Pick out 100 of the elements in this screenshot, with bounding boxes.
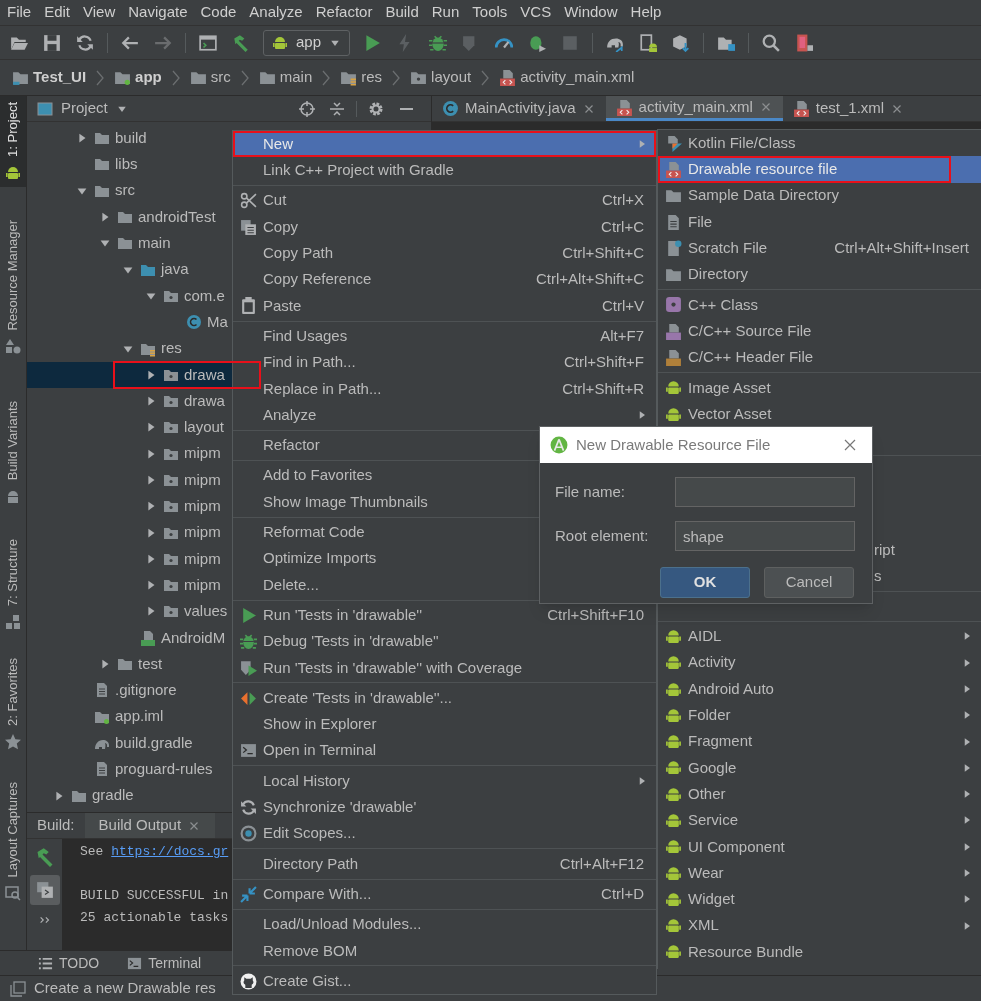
tool-window-tab[interactable]: Layout Captures — [0, 775, 26, 908]
menu-item[interactable]: UI Component — [658, 833, 981, 860]
menu-item[interactable]: Scratch File Ctrl+Alt+Shift+Insert — [658, 235, 981, 262]
tree-item[interactable]: .gitignore — [27, 677, 232, 704]
menu-item[interactable]: s — [874, 565, 882, 588]
menu-item[interactable]: Window — [564, 1, 618, 24]
tool-window-tab[interactable]: Resource Manager — [0, 213, 26, 361]
menu-item[interactable]: Find Usages Alt+F7 — [233, 323, 656, 350]
console-link[interactable]: https://docs.gr — [111, 844, 229, 859]
menu-item[interactable]: Other — [658, 781, 981, 808]
menu-item[interactable]: Tools — [472, 1, 508, 24]
tree-item[interactable]: layout — [27, 414, 232, 441]
tree-item[interactable]: androidTest — [27, 203, 232, 231]
menu-item[interactable]: Drawable resource file — [658, 156, 981, 183]
menu-item[interactable]: Analyze — [249, 1, 303, 24]
menu-item[interactable]: Paste Ctrl+V — [233, 292, 656, 320]
tree-item[interactable]: libs — [27, 151, 232, 178]
menu-item[interactable]: Edit — [44, 1, 71, 24]
tool-window-tab[interactable]: 1: Project — [0, 96, 26, 187]
menu-item[interactable]: Remove BOM — [233, 937, 656, 964]
tool-window-tab[interactable]: 7: Structure — [0, 532, 26, 636]
menu-item[interactable]: Debug 'Tests in 'drawable'' — [233, 628, 656, 655]
tree-item[interactable]: src — [27, 177, 232, 204]
menu-item[interactable]: Copy Path Ctrl+Shift+C — [233, 240, 656, 267]
menu-item[interactable]: Find in Path... Ctrl+Shift+F — [233, 349, 656, 376]
menu-item[interactable]: Directory Path Ctrl+Alt+F12 — [233, 850, 656, 877]
tree-item[interactable]: app.iml — [27, 703, 232, 730]
menu-item[interactable]: File — [658, 208, 981, 236]
menu-item[interactable]: Build — [385, 1, 419, 24]
tool-window-tab[interactable]: 2: Favorites — [0, 651, 26, 756]
tree-item[interactable]: test — [27, 650, 232, 678]
menu-item[interactable]: Fragment — [658, 728, 981, 755]
menu-item[interactable]: Help — [630, 1, 662, 24]
menu-item[interactable]: Resource Bundle — [658, 938, 981, 966]
tree-item[interactable]: mipm — [27, 545, 232, 573]
menu-item[interactable]: View — [83, 1, 116, 24]
menu-item[interactable]: Sample Data Directory — [658, 182, 981, 209]
breadcrumb-item[interactable]: res — [340, 66, 383, 89]
menu-item[interactable]: New — [233, 131, 656, 158]
dialog-button[interactable]: OK — [660, 567, 750, 598]
menu-item[interactable]: Run — [431, 1, 460, 24]
input-field[interactable]: shape — [675, 521, 855, 551]
breadcrumb-item[interactable]: Test_UI — [12, 66, 87, 89]
build-output-tab[interactable]: Build Output — [84, 813, 216, 838]
menu-item[interactable]: ript — [874, 539, 895, 562]
menu-item[interactable]: C/C++ Header File — [658, 344, 981, 371]
menu-item[interactable]: Link C++ Project with Gradle — [233, 157, 656, 184]
menu-item[interactable]: Vector Asset — [658, 400, 981, 428]
menu-item[interactable]: Open in Terminal — [233, 737, 656, 764]
editor-tab[interactable]: test_1.xml — [782, 96, 915, 121]
menu-item[interactable]: Analyze — [233, 401, 656, 429]
breadcrumb-item[interactable]: main — [258, 66, 313, 89]
tree-item[interactable]: com.e — [27, 282, 232, 310]
menu-item[interactable]: Code — [200, 1, 237, 24]
tool-window-tab[interactable]: Terminal — [127, 952, 202, 974]
menu-item[interactable]: Copy Reference Ctrl+Alt+Shift+C — [233, 266, 656, 293]
menu-item[interactable]: Activity — [658, 649, 981, 676]
tree-item[interactable]: build.gradle — [27, 729, 232, 757]
tree-item[interactable]: drawa — [27, 387, 232, 415]
dialog-button[interactable]: Cancel — [764, 567, 854, 598]
tree-item[interactable]: res — [27, 335, 232, 362]
menu-item[interactable]: AIDL — [658, 623, 981, 650]
menu-item[interactable]: Local History — [233, 767, 656, 795]
menu-item[interactable]: XML — [658, 912, 981, 939]
menu-item[interactable]: Replace in Path... Ctrl+Shift+R — [233, 375, 656, 402]
menu-item[interactable]: Android Auto — [658, 675, 981, 703]
breadcrumb-item[interactable]: activity_main.xml — [499, 66, 635, 89]
menu-item[interactable]: Cut Ctrl+X — [233, 187, 656, 214]
run-configuration-dropdown[interactable]: app — [263, 29, 351, 56]
menu-item[interactable]: Directory — [658, 261, 981, 288]
menu-item[interactable]: Widget — [658, 886, 981, 913]
input-field[interactable] — [675, 477, 855, 507]
menu-item[interactable]: C/C++ Source File — [658, 318, 981, 345]
menu-item[interactable]: Service — [658, 807, 981, 834]
menu-item[interactable]: Create Gist... — [233, 967, 656, 995]
menu-item[interactable]: File — [7, 1, 32, 24]
menu-item[interactable]: Kotlin File/Class — [658, 130, 981, 157]
editor-tab[interactable]: activity_main.xml — [605, 96, 783, 121]
menu-item[interactable]: Run 'Tests in 'drawable'' with Coverage — [233, 654, 656, 681]
tree-item[interactable]: proguard-rules — [27, 756, 232, 783]
tree-item[interactable]: java — [27, 256, 232, 283]
menu-item[interactable]: Compare With... Ctrl+D — [233, 881, 656, 908]
tree-item[interactable]: gradle — [27, 782, 232, 809]
menu-item[interactable]: Run 'Tests in 'drawable'' Ctrl+Shift+F10 — [233, 602, 656, 629]
tree-item[interactable]: mipm — [27, 572, 232, 599]
tree-item[interactable]: mipm — [27, 440, 232, 467]
tree-item[interactable]: mipm — [27, 519, 232, 546]
menu-item[interactable]: VCS — [520, 1, 552, 24]
tool-window-tab[interactable]: TODO — [38, 952, 100, 974]
editor-tab[interactable]: MainActivity.java — [432, 96, 606, 121]
menu-item[interactable]: Wear — [658, 859, 981, 887]
tree-item[interactable]: Ma — [27, 309, 232, 336]
tool-window-tab[interactable]: Build Variants — [0, 395, 26, 511]
menu-item[interactable]: Refactor — [315, 1, 373, 24]
menu-item[interactable]: C++ Class — [658, 291, 981, 319]
breadcrumb-item[interactable]: app — [114, 66, 162, 89]
menu-item[interactable]: Copy Ctrl+C — [233, 213, 656, 241]
menu-item[interactable]: Image Asset — [658, 374, 981, 401]
menu-item[interactable]: Folder — [658, 702, 981, 729]
tree-item[interactable]: main — [27, 230, 232, 257]
